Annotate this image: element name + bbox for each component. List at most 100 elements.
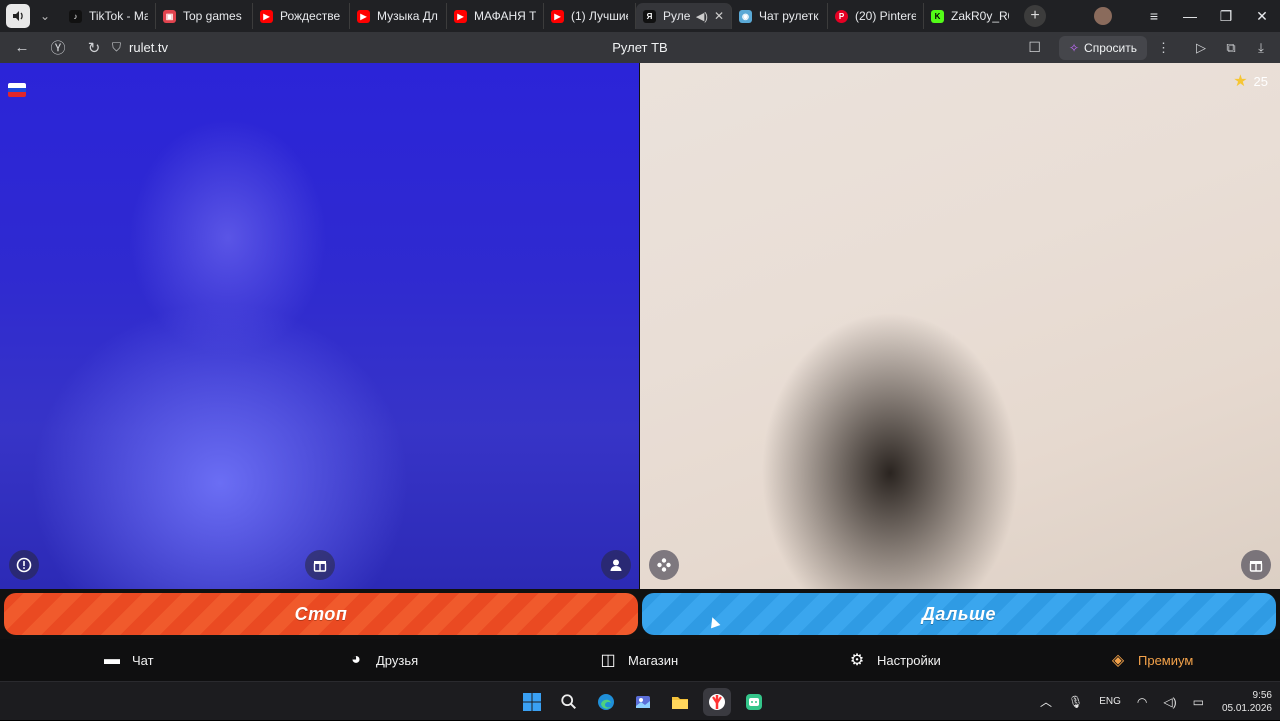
sparkle-icon: ✧ — [1068, 40, 1080, 55]
tab-tiktok[interactable]: ♪ TikTok - Ma — [62, 3, 156, 29]
nav-premium[interactable]: ◈ Премиум — [1108, 639, 1193, 681]
nav-friends[interactable]: ◕ Друзья — [346, 639, 418, 681]
search-icon[interactable] — [555, 688, 583, 716]
nav-settings-label: Настройки — [877, 652, 941, 668]
nav-chat-label: Чат — [132, 652, 154, 668]
russia-flag-icon — [8, 83, 26, 97]
battery-icon[interactable]: ▭ — [1193, 695, 1204, 709]
tab-title: Чат рулетк — [759, 9, 819, 23]
more-options-icon[interactable]: ⋮ — [1157, 40, 1170, 56]
nav-chat[interactable]: ▬ Чат — [102, 639, 154, 681]
minimize-icon[interactable]: — — [1172, 8, 1208, 24]
yandex-home-icon[interactable]: Ⓨ — [44, 34, 72, 62]
clock-date: 05.01.2026 — [1221, 702, 1272, 714]
tab-title: Top games — [183, 9, 242, 23]
report-button[interactable] — [9, 550, 39, 580]
ask-label: Спросить — [1084, 40, 1137, 55]
tab-youtube-1[interactable]: ▶ Рождестве — [253, 3, 350, 29]
back-arrow-icon[interactable]: ← — [8, 34, 36, 62]
microphone-icon[interactable]: 🎙︎ — [1068, 695, 1083, 709]
own-video-feed — [0, 63, 639, 589]
stop-label: Стоп — [294, 603, 348, 624]
bookmark-icon[interactable]: ☐ — [1028, 39, 1041, 56]
messenger-app-icon[interactable] — [740, 688, 768, 716]
tab-title: ZakR0y_R0T — [951, 9, 1009, 23]
url-field[interactable]: ⛉ rulet.tv — [112, 40, 168, 55]
edge-browser-icon[interactable] — [592, 688, 620, 716]
collections-icon[interactable]: ⧉ — [1218, 40, 1244, 56]
tab-title: Музыка Дл — [377, 9, 438, 23]
games-button[interactable] — [649, 550, 679, 580]
wifi-icon[interactable]: ◠ — [1137, 695, 1147, 709]
sidebar-toggle-button[interactable] — [6, 4, 30, 28]
yandex-browser-icon[interactable] — [703, 688, 731, 716]
video-translate-icon[interactable]: ▷ — [1188, 40, 1214, 56]
tab-top-games[interactable]: ▣ Top games — [156, 3, 253, 29]
language-indicator[interactable]: ENG — [1099, 696, 1121, 707]
stop-button[interactable]: Стоп — [4, 593, 638, 635]
clock-time: 9:56 — [1252, 689, 1272, 701]
gift-button-left[interactable] — [305, 550, 335, 580]
youtube-favicon-icon: ▶ — [454, 9, 467, 23]
new-tab-button[interactable]: + — [1024, 5, 1046, 27]
tiktok-favicon-icon: ♪ — [69, 9, 82, 23]
reload-icon[interactable]: ↻ — [80, 34, 108, 62]
nav-friends-label: Друзья — [376, 652, 419, 668]
tab-title: Рождестве — [280, 9, 341, 23]
user-icon — [610, 559, 622, 571]
gift-icon — [1249, 561, 1263, 572]
pinterest-favicon-icon: P — [835, 9, 848, 23]
tab-title: (1) Лучшие — [571, 9, 628, 23]
rulet-favicon-icon: Я — [643, 9, 656, 23]
shopping-bag-icon: ◫ — [600, 652, 616, 669]
tab-pinterest[interactable]: P (20) Pintere — [828, 3, 924, 29]
tab-kick[interactable]: K ZakR0y_R0T — [924, 3, 1016, 29]
tab-youtube-3[interactable]: ▶ МАФАНЯ Т — [447, 3, 544, 29]
stars-counter: ★ 25 — [1233, 71, 1268, 91]
next-label: Дальше — [921, 603, 997, 624]
browser-tab-strip: ⌄ ♪ TikTok - Ma ▣ Top games ▶ Рождестве ▶ Му… — [0, 0, 1280, 32]
profile-button[interactable] — [601, 550, 631, 580]
gear-icon: ⚙ — [849, 652, 865, 669]
tab-title: Рулет — [663, 9, 690, 23]
close-tab-icon[interactable]: ✕ — [714, 9, 724, 23]
friends-icon: ◕ — [351, 651, 361, 668]
profile-avatar-icon[interactable] — [1094, 7, 1112, 25]
star-icon: ★ — [1233, 73, 1248, 90]
gamepad-icon — [657, 558, 671, 572]
tab-rulet-active[interactable]: Я Рулет ◀) ✕ — [636, 3, 732, 29]
close-window-icon[interactable]: ✕ — [1244, 8, 1280, 25]
tab-chat-roulette[interactable]: ◉ Чат рулетк — [732, 3, 828, 29]
nav-shop[interactable]: ◫ Магазин — [598, 639, 678, 681]
url-text: rulet.tv — [129, 40, 169, 55]
partner-video-feed: ★ 25 — [640, 63, 1280, 589]
stars-count: 25 — [1253, 73, 1268, 89]
address-bar-actions: ☐ ✧ Спросить ⋮ ▷ ⧉ ⤓ — [1028, 35, 1274, 60]
menu-icon[interactable]: ≡ — [1136, 8, 1172, 24]
gift-button-right[interactable] — [1241, 550, 1271, 580]
windows-start-icon[interactable] — [518, 688, 546, 716]
chevron-up-icon[interactable]: ︿ — [1040, 693, 1052, 710]
tab-list: ♪ TikTok - Ma ▣ Top games ▶ Рождестве ▶ Музы… — [62, 0, 1016, 32]
clock[interactable]: 9:56 05.01.2026 — [1222, 689, 1272, 715]
volume-icon[interactable]: ◁) — [1163, 695, 1176, 709]
file-explorer-icon[interactable] — [666, 688, 694, 716]
tab-youtube-2[interactable]: ▶ Музыка Дл — [350, 3, 447, 29]
address-bar: ← Ⓨ ↻ ⛉ rulet.tv Рулет ТВ ☐ ✧ Спросить ⋮ … — [0, 32, 1280, 63]
ask-alice-button[interactable]: ✧ Спросить — [1058, 35, 1147, 60]
window-controls: ≡ — ❐ ✕ — [1094, 0, 1280, 32]
audio-playing-icon[interactable]: ◀) — [696, 10, 708, 23]
nav-shop-label: Магазин — [628, 652, 679, 668]
downloads-icon[interactable]: ⤓ — [1248, 40, 1274, 56]
youtube-favicon-icon: ▶ — [260, 9, 273, 23]
system-tray: ︿ 🎙︎ ENG ◠ ◁) ▭ 9:56 05.01.2026 — [1032, 682, 1272, 721]
photos-app-icon[interactable] — [629, 688, 657, 716]
tab-title: (20) Pintere — [855, 9, 916, 23]
gift-icon — [313, 561, 327, 572]
tab-list-chevron-icon[interactable]: ⌄ — [34, 5, 56, 27]
next-button[interactable]: Дальше — [642, 593, 1276, 635]
nav-settings[interactable]: ⚙ Настройки — [847, 639, 941, 681]
tab-youtube-4[interactable]: ▶ (1) Лучшие — [544, 3, 636, 29]
restore-icon[interactable]: ❐ — [1208, 8, 1244, 25]
chat-bubble-icon: ▬ — [104, 651, 120, 668]
